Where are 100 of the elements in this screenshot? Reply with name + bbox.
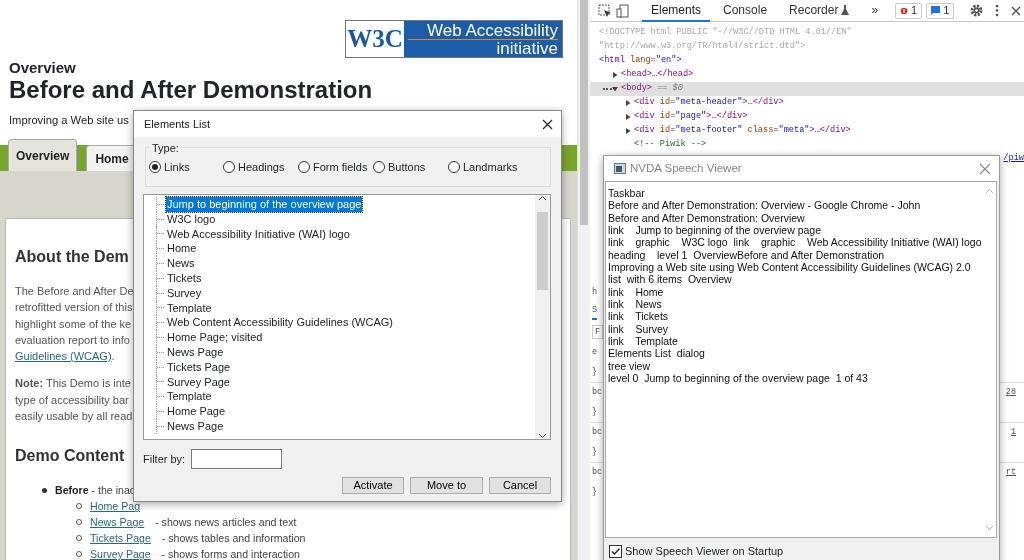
- scrollbar[interactable]: [577, 0, 590, 560]
- text-link[interactable]: Survey Page: [90, 546, 151, 560]
- error-badge[interactable]: 1: [895, 2, 923, 19]
- scroll-up-icon[interactable]: [538, 195, 547, 201]
- text-link[interactable]: Guidelines (WCAG): [15, 350, 112, 363]
- code-line: }: [592, 485, 598, 499]
- dialog-button[interactable]: Activate: [342, 477, 404, 494]
- tree-item[interactable]: Home: [166, 241, 198, 257]
- tree-item[interactable]: Home Page; visited: [166, 330, 264, 345]
- filter-field[interactable]: [191, 449, 283, 469]
- device-icon[interactable]: [616, 3, 630, 18]
- scroll-down-icon[interactable]: [538, 433, 547, 439]
- checkbox-label[interactable]: Show Speech Viewer on Startup: [625, 543, 784, 560]
- tree-item[interactable]: News: [166, 256, 196, 271]
- speech-line: Before and After Demonstration: Overview - Google Chrome - John: [608, 199, 922, 212]
- close-icon[interactable]: [1011, 5, 1022, 16]
- code-line: rt: [1005, 466, 1016, 479]
- speech-line: link News: [608, 298, 663, 311]
- paragraph-line: evaluation report to info: [15, 332, 130, 348]
- close-icon[interactable]: [542, 118, 553, 130]
- radio-button[interactable]: [448, 161, 460, 174]
- speech-line: Before and After Demonstration: Overview: [608, 211, 806, 225]
- list-item-text: Before - the inac: [55, 483, 136, 499]
- tree-item[interactable]: News Page: [166, 344, 225, 360]
- devtools-tab[interactable]: Elements: [642, 0, 711, 22]
- tree-item[interactable]: Survey: [166, 285, 203, 301]
- panel-tab[interactable]: S: [592, 303, 598, 321]
- code-line: }: [592, 365, 598, 379]
- devtools-tab[interactable]: Recorder: [780, 0, 859, 22]
- menu-icon[interactable]: [995, 4, 1000, 17]
- speech-line: link graphic W3C logo link graphic Web Accessibility Initiative (WAI) logo: [608, 236, 982, 249]
- dialog-title: Elements List: [144, 116, 211, 132]
- tree-item[interactable]: Template: [166, 300, 213, 316]
- message-badge[interactable]: 1: [926, 2, 955, 19]
- expand-arrow-icon[interactable]: [625, 100, 631, 106]
- code-line: bc: [592, 426, 603, 439]
- logo[interactable]: W3C Web Accessibility initiative: [345, 20, 563, 58]
- tree-item[interactable]: Jump to beginning of the overview page: [166, 197, 363, 212]
- code-line: e: [592, 345, 598, 359]
- text-link[interactable]: Home Pag: [90, 498, 141, 515]
- radio-label[interactable]: Landmarks: [463, 159, 518, 176]
- inspect-icon[interactable]: [598, 3, 612, 18]
- expand-arrow-icon[interactable]: [625, 128, 631, 134]
- devtools-tab[interactable]: Console: [714, 0, 777, 22]
- code-line: bc: [592, 386, 603, 399]
- paragraph-line: easily usable by all read: [15, 409, 133, 425]
- radio-button[interactable]: [149, 161, 161, 174]
- radio-label[interactable]: Headings: [238, 159, 285, 176]
- expand-arrow-icon[interactable]: [612, 86, 618, 92]
- dialog-button[interactable]: Move to: [410, 477, 483, 494]
- code-line[interactable]: <html lang="en">: [590, 54, 1024, 68]
- tree-item[interactable]: W3C logo: [166, 211, 217, 227]
- speech-line: heading level 1 OverviewBefore and After Demonstration: [608, 248, 886, 262]
- code-line[interactable]: <!-- Piwik -->: [590, 138, 1024, 152]
- flask-icon: [841, 4, 850, 15]
- more-tabs-button[interactable]: »: [862, 0, 888, 22]
- speech-line: link Survey: [608, 322, 670, 336]
- scrollbar-thumb[interactable]: [537, 212, 548, 290]
- dialog-button[interactable]: Cancel: [489, 477, 551, 494]
- paragraph-line: Note: This Demo is inte: [15, 376, 131, 392]
- radio-button[interactable]: [298, 161, 310, 174]
- radio-label[interactable]: Links: [164, 159, 190, 176]
- tree-item[interactable]: Tickets Page: [166, 359, 232, 375]
- tree-item[interactable]: Web Accessibility Initiative (WAI) logo: [166, 226, 351, 242]
- speech-line: link Jump to beginning of the overview page: [608, 224, 823, 237]
- tree-item[interactable]: Template: [166, 389, 213, 405]
- code-line[interactable]: <div id="meta-footer" class="meta">…</div>: [590, 124, 1024, 138]
- radio-label[interactable]: Form fields: [313, 159, 368, 176]
- tree-item[interactable]: Tickets: [166, 271, 203, 286]
- text-link[interactable]: News Page: [90, 514, 145, 531]
- paragraph-line: type of accessibility bar: [15, 392, 129, 408]
- speech-line: tree view: [608, 359, 651, 373]
- tree-item[interactable]: Web Content Accessibility Guidelines (WCAG): [166, 315, 394, 331]
- code-line[interactable]: <head>…</head>: [590, 68, 1024, 82]
- tree-item[interactable]: Home Page: [166, 404, 227, 419]
- error-icon: [900, 6, 909, 15]
- message-icon: [931, 6, 941, 15]
- code-line[interactable]: <div id="meta-header">…</div>: [590, 96, 1024, 110]
- code-line: bc: [592, 466, 603, 479]
- paragraph-line: highlight some of the ke: [15, 316, 132, 332]
- code-line: }: [592, 445, 598, 459]
- code-line[interactable]: /piw: [1003, 152, 1024, 166]
- page-title: Before and After Demonstration: [9, 76, 373, 104]
- settings-icon[interactable]: [970, 4, 984, 17]
- radio-button[interactable]: [223, 161, 235, 174]
- radio-label[interactable]: Buttons: [388, 159, 426, 176]
- code-line: "http://www.w3.org/TR/html4/strict.dtd">: [598, 40, 807, 54]
- radio-button[interactable]: [373, 161, 385, 174]
- bullet-icon: [42, 487, 47, 493]
- expand-arrow-icon[interactable]: [612, 72, 618, 78]
- expand-arrow-icon[interactable]: [625, 114, 631, 120]
- speech-line: Elements List dialog: [608, 347, 706, 360]
- text-link[interactable]: Tickets Page: [90, 530, 151, 547]
- tree-item[interactable]: Survey Page: [166, 374, 231, 390]
- code-line: 28: [1005, 386, 1016, 399]
- paragraph-text: .: [111, 350, 115, 363]
- checkbox[interactable]: [609, 544, 622, 558]
- tree-item[interactable]: News Page: [166, 418, 225, 434]
- code-line[interactable]: <div id="page">…</div>: [590, 110, 1024, 124]
- nav-tab[interactable]: Overview: [8, 139, 78, 171]
